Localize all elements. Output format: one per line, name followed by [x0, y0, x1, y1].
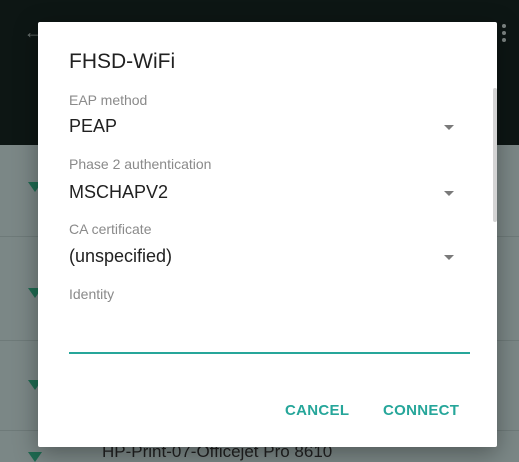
- connect-button[interactable]: CONNECT: [383, 398, 459, 422]
- eap-method-select[interactable]: PEAP: [69, 116, 454, 140]
- phase2-auth-select[interactable]: MSCHAPV2: [69, 182, 454, 206]
- eap-method-label: EAP method: [69, 92, 148, 108]
- ca-certificate-label: CA certificate: [69, 221, 152, 237]
- phase2-auth-value: MSCHAPV2: [69, 182, 169, 202]
- wifi-icon: [28, 452, 42, 462]
- identity-label: Identity: [69, 286, 115, 302]
- identity-input[interactable]: [69, 316, 470, 354]
- ca-certificate-select[interactable]: (unspecified): [69, 246, 454, 270]
- scrollbar-thumb[interactable]: [493, 88, 497, 222]
- ca-certificate-value: (unspecified): [69, 246, 173, 266]
- dropdown-arrow-icon: [444, 191, 454, 196]
- phase2-auth-label: Phase 2 authentication: [69, 156, 212, 172]
- dialog-title: FHSD-WiFi: [69, 50, 176, 73]
- cancel-button[interactable]: CANCEL: [285, 398, 349, 422]
- more-vert-icon[interactable]: [501, 24, 507, 42]
- eap-method-value: PEAP: [69, 116, 118, 136]
- dropdown-arrow-icon: [444, 255, 454, 260]
- wifi-config-dialog: FHSD-WiFi EAP method PEAP Phase 2 authen…: [38, 22, 497, 447]
- back-arrow-icon[interactable]: ←: [24, 22, 42, 42]
- dropdown-arrow-icon: [444, 125, 454, 130]
